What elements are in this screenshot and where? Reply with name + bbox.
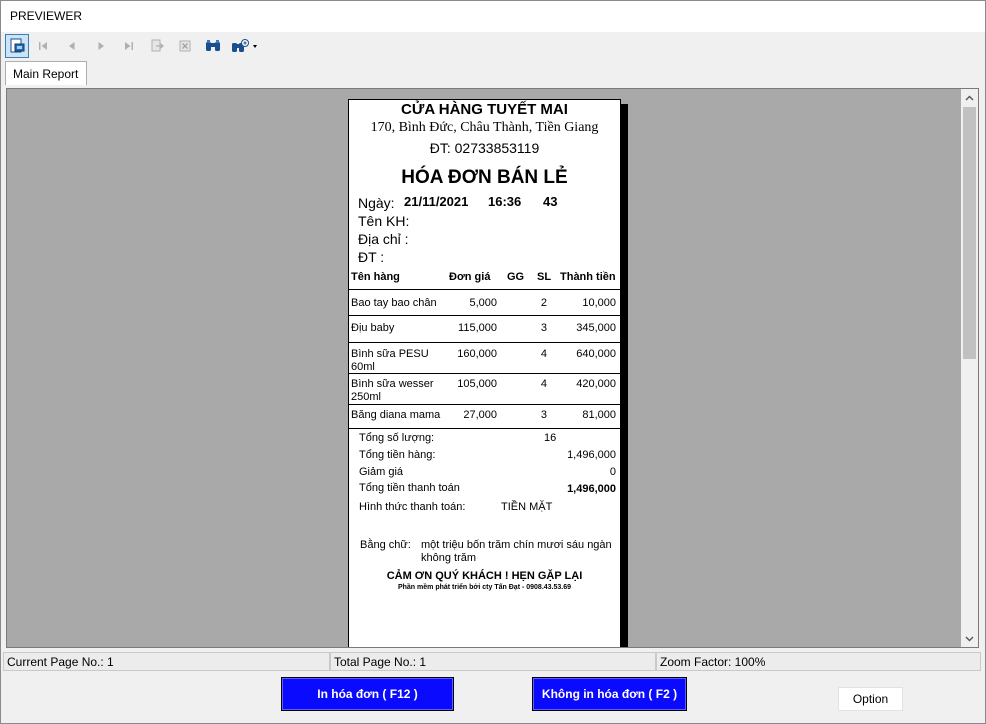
export-button[interactable] [145,34,169,58]
payment-label: Hình thức thanh toán: [359,501,466,513]
subtotal-label: Tổng tiền hàng: [359,449,436,461]
export-icon [151,39,164,52]
store-name: CỬA HÀNG TUYẾT MAI [401,101,568,118]
item-price: 27,000 [463,409,497,421]
in-words-label: Bằng chữ: [360,539,411,551]
previewer-window: PREVIEWER Main Report CỬA HÀNG TUYẾT MAI… [0,0,986,724]
col-price: Đơn giá [449,271,491,283]
in-words-line1: một triệu bốn trăm chín mươi sáu ngàn [421,539,612,551]
scroll-down-button[interactable] [961,630,978,647]
total-page-status: Total Page No.: 1 [330,652,656,671]
item-qty: 2 [540,297,547,309]
discount-value: 0 [609,466,616,478]
receipt-page: CỬA HÀNG TUYẾT MAI 170, Bình Đức, Châu T… [348,99,621,647]
col-qty: SL [537,271,552,283]
col-amount: Thành tiền [560,271,616,283]
zoom-status: Zoom Factor: 100% [656,652,981,671]
option-button[interactable]: Option [838,687,903,711]
time-value: 16:36 [488,194,522,209]
divider [349,289,620,290]
item-qty: 3 [540,409,547,421]
invoice-number: 43 [543,194,558,209]
print-preview-button[interactable] [5,34,29,58]
item-name: Bao tay bao chân [351,297,437,309]
current-page-status: Current Page No.: 1 [3,652,330,671]
phone-label: ĐT : [358,249,385,265]
store-address: 170, Bình Đức, Châu Thành, Tiền Giang [370,120,599,135]
zoom-button[interactable] [229,34,261,58]
print-invoice-button[interactable]: In hóa đơn ( F12 ) [281,677,454,711]
subtotal-value: 1,496,000 [567,449,616,461]
item-qty: 4 [540,378,547,390]
total-qty-label: Tổng số lượng: [359,432,435,444]
item-qty: 3 [540,322,547,334]
item-price: 105,000 [457,378,497,390]
store-phone: ĐT: 02733853119 [429,140,540,156]
vertical-scrollbar[interactable] [961,89,978,647]
find-button[interactable] [201,34,225,58]
col-item: Tên hàng [351,271,400,283]
in-words-line2: không trăm [421,552,477,564]
last-page-button[interactable] [117,34,141,58]
date-value: 21/11/2021 [404,194,469,209]
last-page-icon [125,42,133,50]
zoom-icon [232,39,257,52]
row-divider [349,428,620,429]
item-name: Băng diana mama [351,409,441,421]
scroll-thumb[interactable] [963,107,976,359]
item-name: Bình sữa wesser [351,378,434,390]
window-title: PREVIEWER [10,9,83,23]
item-amount: 81,000 [582,409,616,421]
chevron-down-icon [965,636,974,641]
next-page-button[interactable] [89,34,113,58]
item-price: 115,000 [458,322,497,334]
print-preview-icon [10,38,25,53]
title-bar: PREVIEWER [1,1,985,32]
item-qty: 4 [540,348,547,360]
close-doc-button[interactable] [173,34,197,58]
row-divider [349,315,620,316]
total-qty-value: 16 [544,432,557,444]
discount-label: Giảm giá [359,466,404,478]
software-credit: Phần mềm phát triển bởi cty Tấn Đạt - 09… [397,584,572,591]
item-name: Địu baby [351,322,395,334]
item-amount: 345,000 [576,322,616,334]
chevron-up-icon [965,95,974,100]
receipt-heading: HÓA ĐƠN BÁN LẺ [401,167,568,188]
row-divider [349,404,620,405]
item-name-line2: 60ml [351,361,375,373]
item-name: Bình sữa PESU [351,348,429,360]
first-page-icon [39,42,47,50]
total-value: 1,496,000 [567,483,616,495]
next-page-icon [98,42,104,50]
item-price: 5,000 [469,297,497,309]
report-viewer[interactable]: CỬA HÀNG TUYẾT MAI 170, Bình Đức, Châu T… [6,88,979,648]
close-doc-icon [179,40,191,52]
payment-value: TIỀN MẶT [501,501,553,513]
toolbar [3,34,983,60]
row-divider [349,342,620,343]
binoculars-icon [206,40,220,51]
item-name-line2: 250ml [351,391,381,403]
item-amount: 10,000 [582,297,616,309]
col-discount: GG [507,271,525,283]
thanks-message: CẢM ƠN QUÝ KHÁCH ! HẸN GẶP LẠI [386,570,583,582]
previous-page-button[interactable] [60,34,84,58]
address-label: Địa chỉ : [358,231,409,247]
item-price: 160,000 [457,348,497,360]
item-amount: 420,000 [576,378,616,390]
tab-main-report[interactable]: Main Report [5,61,87,85]
status-bar: Current Page No.: 1 Total Page No.: 1 Zo… [3,652,982,671]
scroll-up-button[interactable] [961,89,978,106]
no-print-invoice-button[interactable]: Không in hóa đơn ( F2 ) [532,677,687,711]
row-divider [349,373,620,374]
item-amount: 640,000 [576,348,616,360]
customer-label: Tên KH: [358,213,410,229]
first-page-button[interactable] [31,34,55,58]
previous-page-icon [69,42,75,50]
date-label: Ngày: [358,195,395,211]
total-label: Tổng tiền thanh toán [359,482,460,494]
